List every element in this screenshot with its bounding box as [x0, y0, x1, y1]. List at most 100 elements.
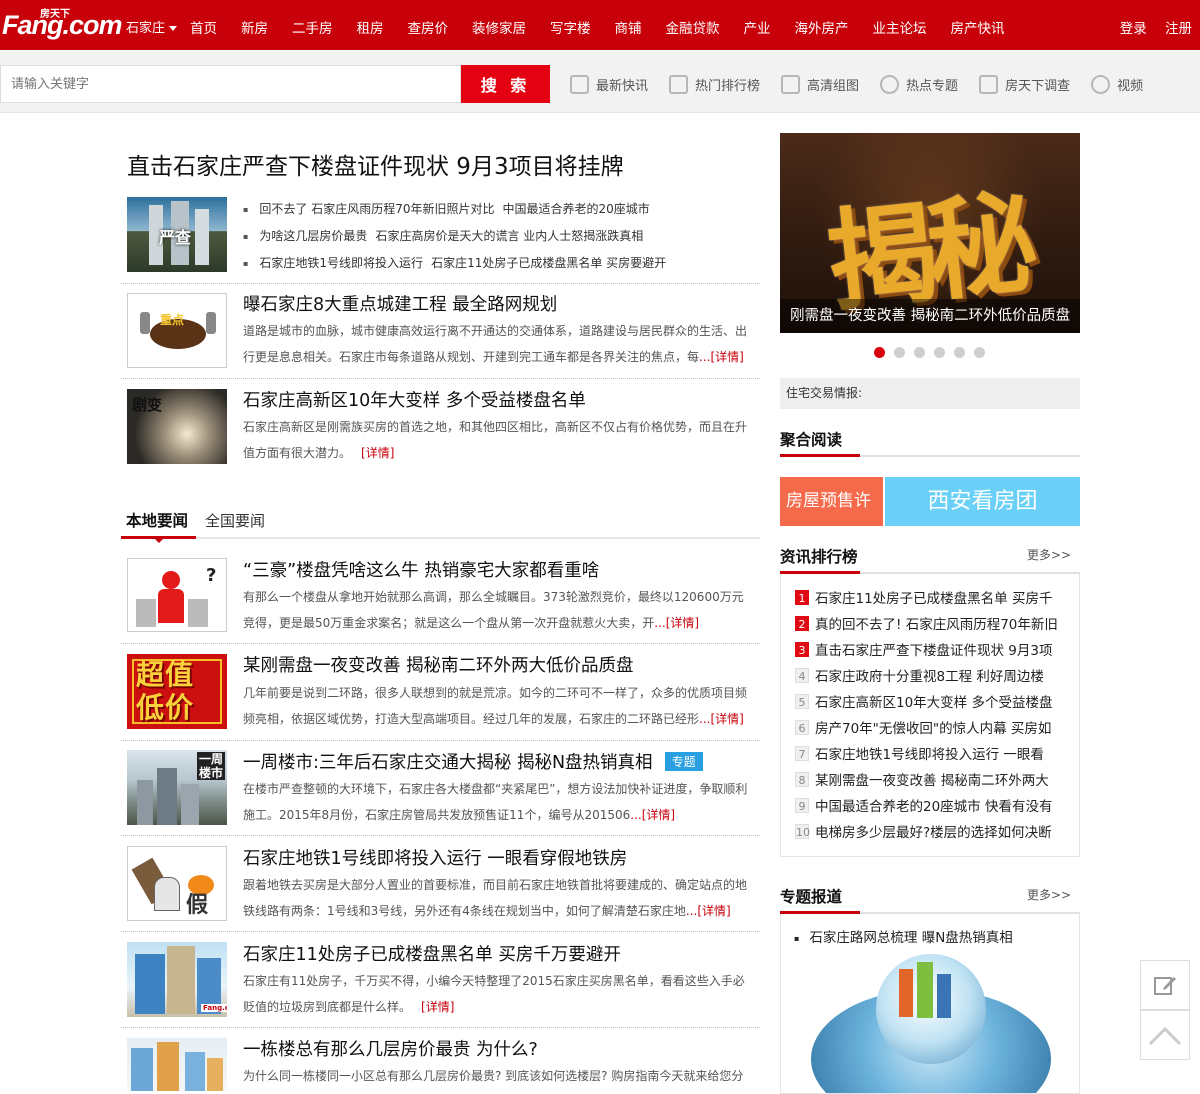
feature-title[interactable]: 石家庄高新区10年大变样 多个受益楼盘名单	[243, 387, 586, 412]
nav-finance[interactable]: 金融贷款	[666, 17, 720, 37]
news-thumbnail[interactable]	[127, 1038, 227, 1091]
nav-home-decor[interactable]: 装修家居	[472, 17, 526, 37]
ranking-item[interactable]: 9 中国最适合养老的20座城市 快看有没有	[795, 795, 1067, 821]
news-list-icon	[570, 75, 589, 94]
ranking-item[interactable]: 5 石家庄高新区10年大变样 多个受益楼盘	[795, 691, 1067, 717]
rank-number: 8	[795, 772, 809, 787]
news-thumbnail[interactable]: 一周楼市	[127, 750, 227, 825]
news-thumbnail[interactable]: ?	[127, 558, 227, 632]
carousel-banner[interactable]: 揭秘 刚需盘一夜变改善 揭秘南二环外低价品质盘	[780, 133, 1080, 333]
survey-edit-icon	[979, 75, 999, 94]
register-link[interactable]: 注册	[1165, 21, 1192, 37]
presale-link[interactable]: 房屋预售许	[780, 477, 883, 526]
bullet-link[interactable]: 为啥这几层房价最贵	[259, 229, 367, 243]
search-input[interactable]	[0, 65, 461, 103]
house-tour-link[interactable]: 西安看房团	[885, 477, 1080, 526]
feature-thumbnail[interactable]: 重点	[127, 293, 227, 368]
news-desc: 在楼市严查整顿的大环境下，石家庄各大楼盘都“夹紧尾巴”，想方设法加快补证进度，争…	[243, 776, 751, 828]
ranking-item[interactable]: 8 某刚需盘一夜变改善 揭秘南二环外两大	[795, 769, 1067, 795]
bullet-link[interactable]: 石家庄11处房子已成楼盘黑名单 买房要避开	[431, 256, 666, 270]
nav-office[interactable]: 写字楼	[550, 17, 591, 37]
nav-overseas[interactable]: 海外房产	[795, 17, 849, 37]
topics-section-title: 专题报道	[780, 888, 843, 906]
carousel-dot-active[interactable]	[874, 347, 885, 358]
fang-logo[interactable]: 房天下 Fang.com	[0, 4, 123, 44]
lead-thumbnail[interactable]: 严查	[127, 197, 227, 272]
bullet-link[interactable]: 石家庄地铁1号线即将投入运行	[259, 256, 423, 270]
nav-shops[interactable]: 商铺	[615, 17, 642, 37]
topics-more-link[interactable]: 更多>>	[1027, 886, 1071, 903]
more-link[interactable]: ...[详情]	[699, 350, 744, 364]
ranking-item[interactable]: 6 房产70年"无偿收回"的惊人内幕 买房如	[795, 717, 1067, 743]
ranking-item[interactable]: 2 真的回不去了! 石家庄风雨历程70年新旧	[795, 613, 1067, 639]
nav-new-homes[interactable]: 新房	[241, 17, 268, 37]
bullet-link[interactable]: 回不去了 石家庄风雨历程70年新旧照片对比	[259, 202, 494, 216]
quick-ranking[interactable]: 热门排行榜	[669, 75, 760, 94]
feature-title[interactable]: 曝石家庄8大重点城建工程 最全路网规划	[243, 291, 557, 316]
quick-hot-topics[interactable]: 热点专题	[880, 75, 958, 94]
more-link[interactable]: ...[详情]	[630, 808, 675, 822]
bullet-link[interactable]: 中国最适合养老的20座城市	[503, 202, 650, 216]
quick-link-label: 热门排行榜	[695, 79, 761, 94]
city-label: 石家庄	[126, 21, 166, 36]
ranking-text: 石家庄11处房子已成楼盘黑名单 买房千	[815, 591, 1053, 607]
more-link[interactable]: [详情]	[421, 1000, 454, 1014]
rank-number: 9	[795, 798, 809, 813]
quick-video[interactable]: 视频	[1091, 75, 1143, 94]
nav-home[interactable]: 首页	[190, 17, 217, 37]
news-title[interactable]: “三豪”楼盘凭啥这么牛 热销豪宅大家都看重啥	[243, 557, 599, 582]
ranking-item[interactable]: 10 电梯房多少层最好?楼层的选择如何决断	[795, 821, 1067, 847]
news-thumbnail[interactable]: 超值低价	[127, 654, 227, 729]
carousel-dot[interactable]	[914, 347, 925, 358]
topic-tag[interactable]: 专题	[664, 752, 703, 771]
news-thumbnail[interactable]: 假	[127, 846, 227, 921]
ranking-item[interactable]: 7 石家庄地铁1号线即将投入运行 一眼看	[795, 743, 1067, 769]
feature-thumbnail[interactable]: 剧变	[127, 389, 227, 464]
carousel-dot[interactable]	[954, 347, 965, 358]
ranking-text: 房产70年"无偿收回"的惊人内幕 买房如	[815, 721, 1052, 737]
news-title[interactable]: 一栋楼总有那么几层房价最贵 为什么?	[243, 1036, 538, 1061]
nav-price[interactable]: 查房价	[408, 17, 449, 37]
more-link[interactable]: ...[详情]	[654, 616, 699, 630]
tab-local-news[interactable]: 本地要闻	[126, 509, 188, 531]
news-title[interactable]: 某刚需盘一夜变改善 揭秘南二环外两大低价品质盘	[243, 652, 634, 677]
nav-news[interactable]: 房产快讯	[951, 17, 1005, 37]
more-link[interactable]: ...[详情]	[699, 712, 744, 726]
ranking-more-link[interactable]: 更多>>	[1027, 546, 1071, 563]
ranking-item[interactable]: 1 石家庄11处房子已成楼盘黑名单 买房千	[795, 587, 1067, 613]
quick-hd-images[interactable]: 高清组图	[781, 75, 859, 94]
ranking-item[interactable]: 4 石家庄政府十分重视8工程 利好周边楼	[795, 665, 1067, 691]
quick-link-label: 热点专题	[906, 79, 959, 94]
carousel-dot[interactable]	[934, 347, 945, 358]
more-link[interactable]: ...[详情]	[686, 904, 731, 918]
quick-latest-news[interactable]: 最新快讯	[570, 75, 648, 94]
nav-rent[interactable]: 租房	[357, 17, 384, 37]
bullet-link[interactable]: 石家庄高房价是天大的谎言 业内人士怒揭涨跌真相	[375, 229, 643, 243]
feedback-button[interactable]	[1140, 960, 1190, 1010]
city-selector[interactable]: 石家庄	[126, 17, 178, 36]
nav-industry[interactable]: 产业	[744, 17, 771, 37]
login-link[interactable]: 登录	[1120, 21, 1147, 37]
carousel-dot[interactable]	[974, 347, 985, 358]
thumb-label: 假	[186, 893, 209, 918]
news-title[interactable]: 石家庄地铁1号线即将投入运行 一眼看穿假地铁房	[243, 845, 627, 870]
top-headline[interactable]: 直击石家庄严查下楼盘证件现状 9月3项目将挂牌	[127, 147, 624, 181]
desc-text: 道路是城市的血脉，城市健康高效运行离不开通达的交通体系，道路建设与居民群众的生活…	[243, 324, 748, 364]
ranking-icon	[669, 75, 689, 94]
search-button[interactable]: 搜 索	[461, 65, 550, 103]
tab-national-news[interactable]: 全国要闻	[205, 510, 265, 531]
nav-resale[interactable]: 二手房	[292, 17, 333, 37]
ranking-text: 真的回不去了! 石家庄风雨历程70年新旧	[815, 617, 1058, 633]
news-title[interactable]: 一周楼市:三年后石家庄交通大揭秘 揭秘N盘热销真相 专题	[243, 749, 703, 774]
topic-link[interactable]: 石家庄路网总梳理 曝N盘热销真相	[794, 926, 1012, 946]
news-thumbnail[interactable]: Fang.com	[127, 942, 227, 1017]
more-link[interactable]: [详情]	[361, 446, 394, 460]
nav-forum[interactable]: 业主论坛	[873, 17, 927, 37]
list-item: 回不去了 石家庄风雨历程70年新旧照片对比中国最适合养老的20座城市	[243, 196, 674, 223]
quick-link-label: 房天下调查	[1005, 79, 1071, 94]
ranking-item[interactable]: 3 直击石家庄严查下楼盘证件现状 9月3项	[795, 639, 1067, 665]
news-title[interactable]: 石家庄11处房子已成楼盘黑名单 买房千万要避开	[243, 941, 621, 966]
carousel-dot[interactable]	[894, 347, 905, 358]
back-to-top-button[interactable]	[1140, 1010, 1190, 1060]
quick-survey[interactable]: 房天下调查	[979, 75, 1070, 94]
